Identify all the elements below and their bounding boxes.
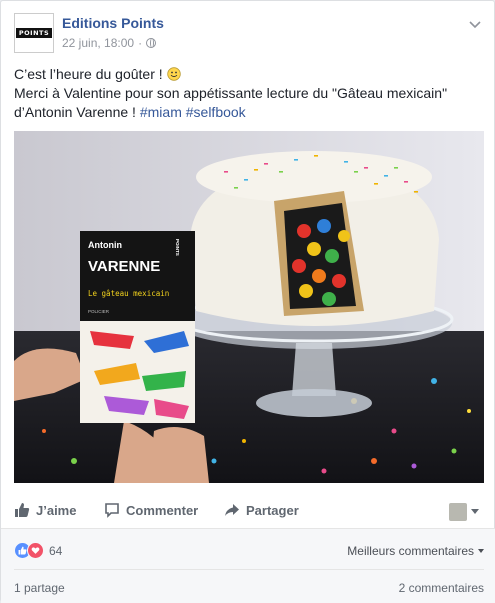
book-author-first: Antonin [88, 240, 122, 250]
reactions-summary[interactable]: 64 [14, 542, 62, 559]
viewer-avatar[interactable] [449, 503, 467, 521]
smile-emoji-icon [166, 67, 181, 81]
post-photo[interactable]: Antonin VARENNE Le gâteau mexicain POLIC… [14, 131, 484, 483]
chevron-down-icon[interactable] [468, 17, 482, 31]
post-header: POINTS Editions Points 22 juin, 18:00 · [14, 13, 484, 57]
like-label: J’aime [36, 502, 77, 518]
shares-link[interactable]: 1 partage [14, 581, 65, 595]
thumbs-up-icon [15, 503, 30, 517]
like-button[interactable]: J’aime [14, 502, 76, 518]
meta-separator: · [138, 36, 143, 50]
share-icon [225, 504, 239, 516]
book-collection: POLICIER [88, 309, 110, 314]
post-date-link[interactable]: 22 juin, 18:00 [62, 36, 134, 50]
comments-link[interactable]: 2 commentaires [399, 581, 484, 595]
page-name-link[interactable]: Editions Points [62, 15, 164, 31]
footer-divider [14, 569, 484, 570]
love-reaction-icon [27, 542, 44, 559]
share-label: Partager [246, 502, 299, 518]
post-text: C’est l’heure du goûter ! Merci à Valent… [14, 65, 484, 122]
page-avatar[interactable]: POINTS [14, 13, 54, 53]
caret-down-icon[interactable] [471, 509, 479, 514]
post-card: POINTS Editions Points 22 juin, 18:00 · … [0, 0, 495, 603]
post-footer: 64 Meilleurs commentaires 1 partage 2 co… [1, 529, 495, 603]
globe-icon[interactable] [146, 38, 157, 48]
comment-icon [105, 503, 119, 518]
post-text-line3: d’Antonin Varenne ! [14, 104, 140, 120]
photo-illustration: Antonin VARENNE Le gâteau mexicain POLIC… [14, 131, 484, 483]
post-text-line1: C’est l’heure du goûter ! [14, 66, 167, 82]
post-meta: 22 juin, 18:00 · [62, 36, 157, 50]
book: Antonin VARENNE Le gâteau mexicain POLIC… [80, 231, 195, 423]
book-title: Le gâteau mexicain [88, 289, 169, 298]
best-comments-dropdown[interactable]: Meilleurs commentaires [347, 544, 484, 558]
post-actions: J’aime Commenter Partager [1, 496, 495, 528]
share-button[interactable]: Partager [224, 502, 299, 518]
post-text-line2: Merci à Valentine pour son appétissante … [14, 85, 448, 101]
avatar-logo-text: POINTS [15, 27, 53, 39]
comment-button[interactable]: Commenter [104, 502, 198, 518]
cake [190, 151, 439, 326]
hashtag-selfbook[interactable]: #selfbook [186, 104, 246, 120]
book-author-last: VARENNE [88, 258, 160, 275]
hashtag-miam[interactable]: #miam [140, 104, 182, 120]
comment-label: Commenter [126, 502, 199, 518]
book-publisher: POINTS [175, 239, 180, 256]
reaction-count: 64 [49, 543, 63, 558]
